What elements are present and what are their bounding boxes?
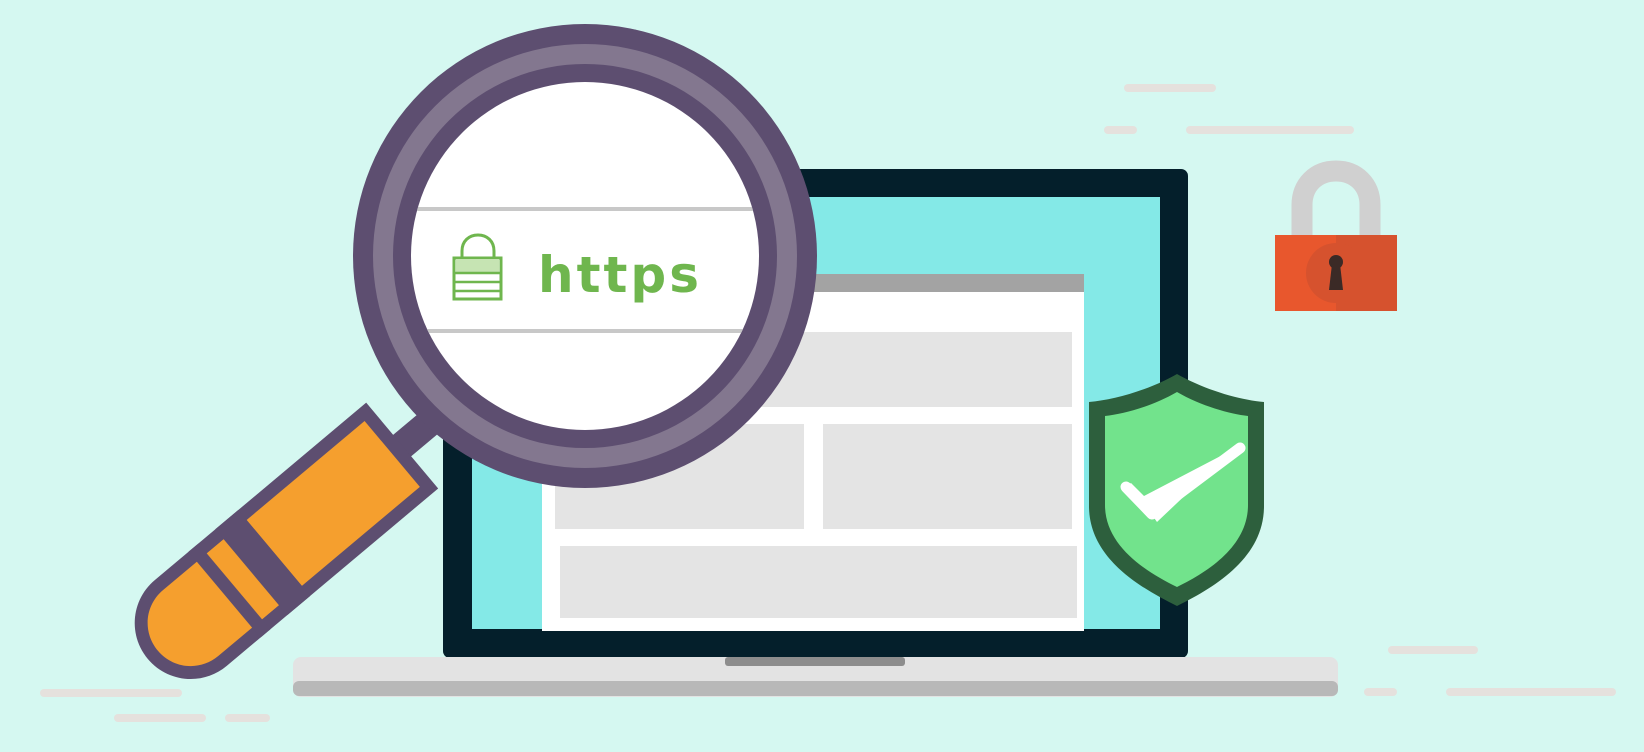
https-security-illustration: https xyxy=(0,0,1644,752)
padlock-icon xyxy=(1275,160,1397,311)
https-label: https xyxy=(538,246,702,304)
laptop-notch xyxy=(725,657,905,666)
